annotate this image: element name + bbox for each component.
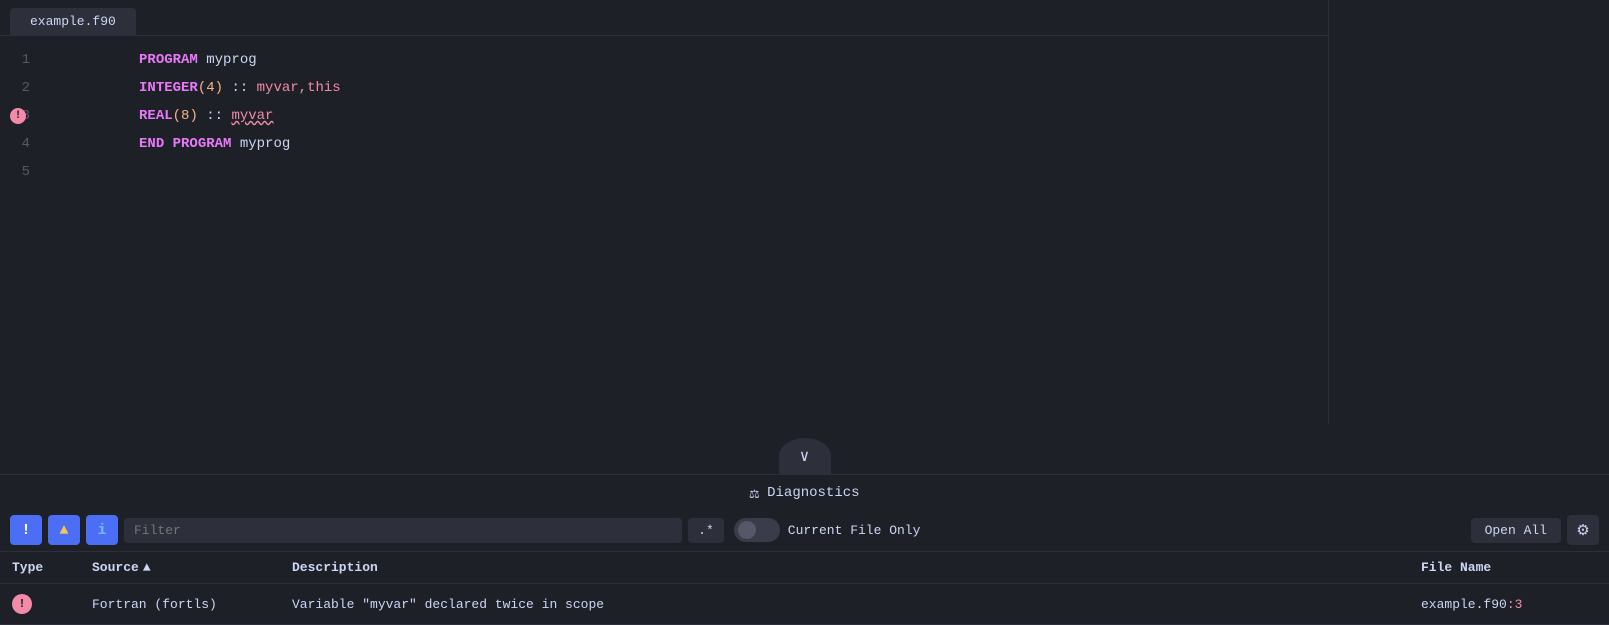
editor-main: example.f90 1 PROGRAM myprog 2 INTEGER(4… [0, 0, 1329, 424]
error-filter-button[interactable]: ! [10, 515, 42, 545]
editor-tab[interactable]: example.f90 [10, 8, 136, 35]
toggle-container: Current File Only [734, 518, 921, 542]
code-line-4: 4 END PROGRAM myprog [0, 130, 1328, 158]
info-filter-button[interactable]: i [86, 515, 118, 545]
warning-filter-button[interactable]: ▲ [48, 515, 80, 545]
table-header: Type Source▲ Description File Name [0, 552, 1609, 584]
col-type: Type [0, 552, 80, 584]
error-indicator-3: ! [10, 108, 26, 124]
open-all-button[interactable]: Open All [1471, 518, 1561, 543]
regex-button[interactable]: .* [688, 518, 724, 543]
keyword-end: END [139, 136, 173, 152]
row-filename: example.f90:3 [1409, 584, 1609, 625]
row-type: ! [0, 584, 80, 625]
table-body: ! Fortran (fortls) Variable "myvar" decl… [0, 584, 1609, 625]
editor-right-panel [1329, 0, 1609, 424]
toggle-knob [738, 521, 756, 539]
diagnostics-title: Diagnostics [767, 485, 859, 501]
settings-button[interactable]: ⚙ [1567, 515, 1599, 545]
col-source[interactable]: Source▲ [80, 552, 280, 584]
line-number-5: 5 [0, 158, 50, 186]
identifier-myprog-2: myprog [231, 136, 290, 152]
diagnostics-table: Type Source▲ Description File Name ! For… [0, 552, 1609, 625]
panel-divider: ∨ [0, 424, 1609, 474]
row-description: Variable "myvar" declared twice in scope [280, 584, 1409, 625]
filter-input[interactable] [124, 518, 682, 543]
col-description: Description [280, 552, 1409, 584]
current-file-toggle[interactable] [734, 518, 780, 542]
toggle-label: Current File Only [788, 523, 921, 538]
line-number-2: 2 [0, 74, 50, 102]
sort-arrow-icon: ▲ [143, 560, 151, 575]
diagnostics-panel: ⚖ Diagnostics ! ▲ i .* Current File Only… [0, 474, 1609, 625]
scale-icon: ⚖ [749, 483, 759, 503]
line-number-1: 1 [0, 46, 50, 74]
code-area: 1 PROGRAM myprog 2 INTEGER(4) :: myvar,t… [0, 36, 1328, 424]
diagnostics-title-bar: ⚖ Diagnostics [0, 475, 1609, 509]
table-row[interactable]: ! Fortran (fortls) Variable "myvar" decl… [0, 584, 1609, 625]
code-line-5: 5 [0, 158, 1328, 186]
editor-area: example.f90 1 PROGRAM myprog 2 INTEGER(4… [0, 0, 1609, 424]
file-name-text: example.f90 [1421, 597, 1507, 612]
keyword-program-2: PROGRAM [173, 136, 232, 152]
diagnostics-toolbar: ! ▲ i .* Current File Only Open All ⚙ [0, 509, 1609, 551]
line-number-4: 4 [0, 130, 50, 158]
error-type-icon: ! [12, 594, 32, 614]
gear-icon: ⚙ [1576, 521, 1589, 539]
col-filename: File Name [1409, 552, 1609, 584]
row-source: Fortran (fortls) [80, 584, 280, 625]
expand-panel-button[interactable]: ∨ [779, 438, 831, 474]
file-line-number: :3 [1507, 597, 1523, 612]
chevron-down-icon: ∨ [800, 446, 810, 466]
editor-tab-bar: example.f90 [0, 0, 1328, 36]
